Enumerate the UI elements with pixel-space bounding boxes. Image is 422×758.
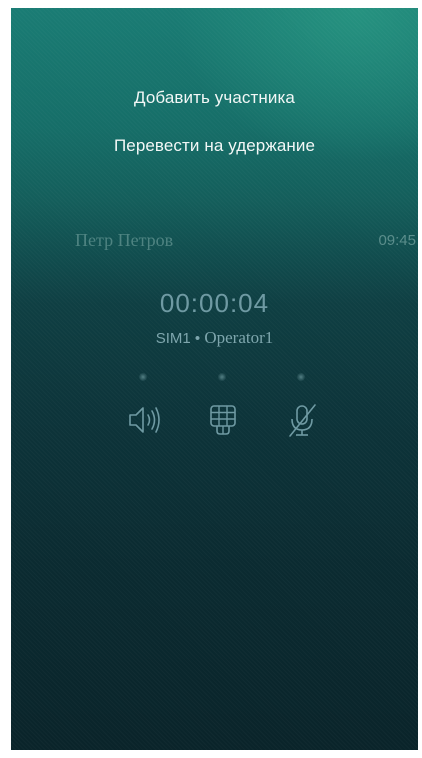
separator-dot: • (194, 330, 201, 347)
keypad-button[interactable] (203, 400, 243, 440)
mute-button[interactable] (282, 400, 322, 440)
speaker-indicator-dot (139, 373, 147, 381)
hold-call-option[interactable]: Перевести на удержание (11, 136, 418, 156)
call-duration: 00:00:04 (159, 288, 270, 318)
mute-indicator-dot (297, 373, 305, 381)
keypad-icon (210, 405, 236, 435)
mic-muted-icon (289, 404, 316, 437)
speaker-button[interactable] (124, 400, 164, 440)
call-time: 09:45 (378, 232, 416, 249)
keypad-indicator-dot (218, 373, 226, 381)
caller-name: Петр Петров (75, 230, 174, 250)
add-participant-option[interactable]: Добавить участника (11, 88, 418, 108)
operator-label: Operator1 (204, 328, 274, 347)
sim-label: SIM1 (155, 330, 191, 347)
speaker-icon (129, 407, 160, 433)
sim-operator-line: SIM1 • Operator1 (11, 328, 418, 348)
call-screen: Добавить участника Перевести на удержани… (11, 8, 418, 750)
